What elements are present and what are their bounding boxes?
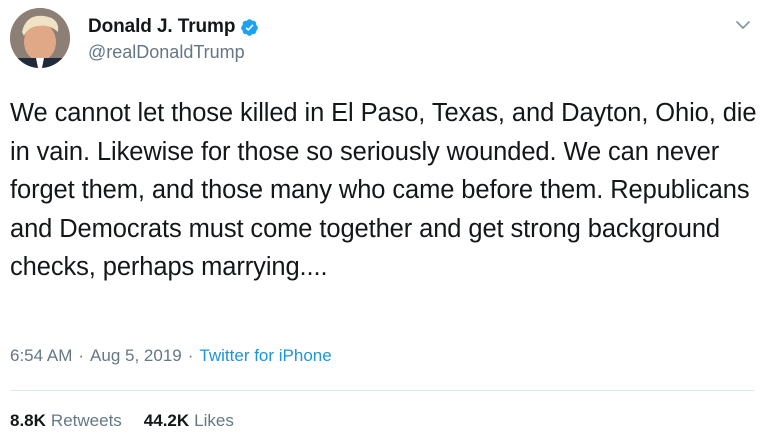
chevron-down-icon[interactable]: [734, 18, 752, 32]
verified-badge-icon: [240, 18, 259, 37]
meta-separator-2: ·: [187, 346, 194, 365]
tweet-date[interactable]: Aug 5, 2019: [90, 346, 182, 366]
likes-count: 44.2K: [143, 411, 190, 430]
tweet-card: Donald J. Trump @realDonaldTrump We cann…: [0, 0, 764, 432]
tweet-source-link[interactable]: Twitter for iPhone: [199, 346, 331, 366]
tweet-stats: 8.8K Retweets 44.2K Likes: [10, 411, 256, 431]
retweets-stat[interactable]: 8.8K Retweets: [10, 411, 122, 431]
likes-label: Likes: [194, 411, 234, 430]
display-name[interactable]: Donald J. Trump: [88, 16, 235, 38]
author-row: Donald J. Trump: [88, 16, 259, 38]
likes-stat[interactable]: 44.2K Likes: [144, 411, 234, 431]
user-handle[interactable]: @realDonaldTrump: [88, 42, 245, 63]
retweets-label: Retweets: [50, 411, 122, 430]
tweet-time[interactable]: 6:54 AM: [10, 346, 72, 366]
meta-separator: ·: [78, 346, 85, 365]
retweets-count: 8.8K: [10, 411, 46, 430]
avatar[interactable]: [10, 8, 70, 68]
divider: [10, 390, 754, 391]
tweet-meta: 6:54 AM · Aug 5, 2019 · Twitter for iPho…: [10, 346, 332, 366]
tweet-text: We cannot let those killed in El Paso, T…: [10, 99, 757, 281]
